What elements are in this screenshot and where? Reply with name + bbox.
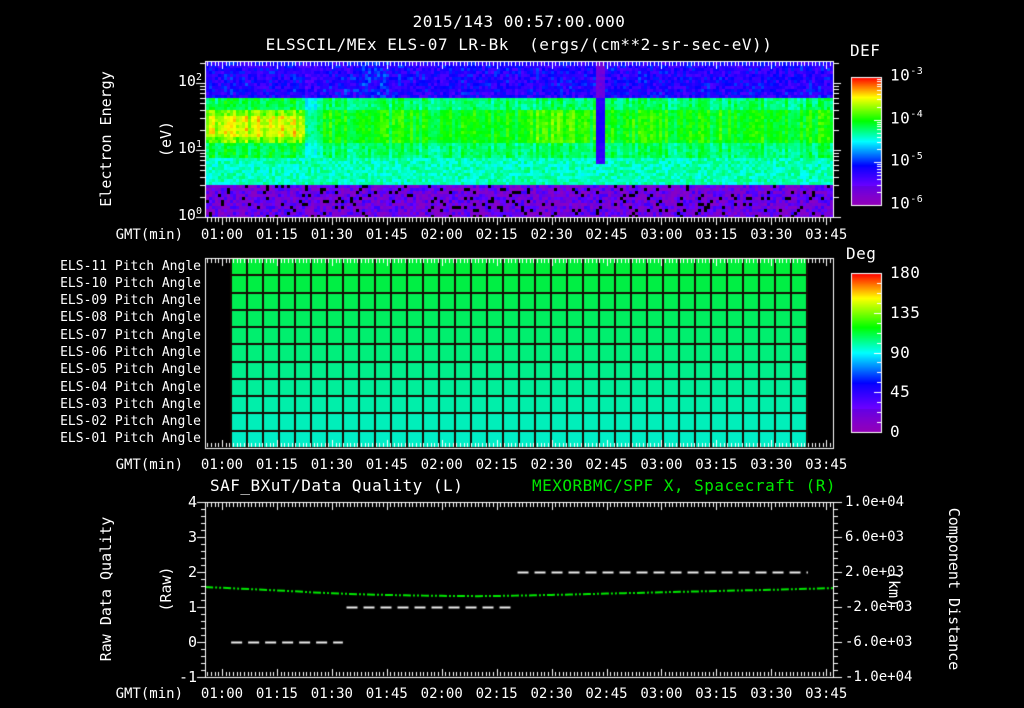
time-tick-label: 01:30 [310,227,353,243]
time-tick-label: 03:30 [750,686,793,702]
def-colorbar-tick-label: 10-6 [890,193,924,213]
quality-tick-label: 4 [187,493,197,511]
pitch-row-label-5: ELS-05 Pitch Angle [60,362,201,378]
time-tick-label: 03:30 [750,457,793,473]
time-tick-label: 03:00 [640,686,683,702]
time-tick-label: 03:15 [695,686,738,702]
time-tick-label: 01:00 [200,686,244,702]
gmt-min-label-row2: GMT(min) [115,457,183,473]
distance-tick-label: 6.0e+03 [845,529,905,545]
energy-tick-label: 102 [177,72,202,90]
pitch-row-label-7: ELS-07 Pitch Angle [60,327,201,343]
distance-tick-label: -1.0e+04 [845,669,913,685]
pitch-row-label-10: ELS-10 Pitch Angle [60,275,201,291]
quality-axis-title: Raw Data Quality (Raw) [56,439,175,708]
time-tick-label: 03:45 [805,686,848,702]
pitch-row-label-6: ELS-06 Pitch Angle [60,344,201,360]
time-tick-label: 02:00 [420,686,463,702]
def-colorbar-title: DEF [850,41,881,60]
deg-colorbar-title: Deg [846,244,877,263]
deg-colorbar-tick-label: 90 [890,342,911,362]
panel3-title-left: SAF_BXuT/Data Quality (L) [210,476,464,495]
time-tick-label: 02:30 [530,227,573,243]
deg-colorbar-tick-label: 0 [890,422,901,441]
distance-tick-label: 1.0e+04 [845,494,905,510]
pitch-row-label-2: ELS-02 Pitch Angle [60,414,201,430]
deg-colorbar-tick-label: 180 [890,263,921,282]
time-tick-label: 01:45 [365,227,408,243]
time-tick-label: 02:15 [475,686,518,702]
time-tick-label: 03:45 [805,457,848,473]
time-tick-label: 02:00 [420,227,463,243]
def-colorbar-tick-label: 10-5 [890,150,924,170]
time-tick-label: 02:45 [585,457,628,473]
quality-tick-label: -1 [178,668,197,686]
time-tick-label: 02:30 [530,457,573,473]
energy-axis-title-line1: Electron Energy [97,71,115,207]
time-tick-label: 01:30 [310,457,353,473]
time-tick-label: 02:00 [420,457,463,473]
energy-axis-title: Electron Energy (eV) [56,0,175,289]
time-tick-label: 01:00 [200,457,244,473]
time-tick-label: 03:00 [640,457,683,473]
quality-tick-label: 0 [187,633,197,651]
distance-tick-label: 2.0e+03 [845,564,905,580]
pitch-row-label-4: ELS-04 Pitch Angle [60,379,201,395]
quality-axis-title-line2: (Raw) [157,566,175,612]
spectrogram-display-window: 2015/143 00:57:00.000 ELSSCIL/MEx ELS-07… [0,0,1024,708]
time-tick-label: 03:30 [750,227,793,243]
gmt-min-label-row1: GMT(min) [115,227,183,243]
def-colorbar-tick-label: 10-3 [890,65,924,85]
energy-axis-title-line2: (eV) [157,120,175,158]
time-tick-label: 01:15 [255,457,298,473]
gmt-min-label-row3: GMT(min) [115,686,183,702]
time-tick-label: 01:15 [255,227,298,243]
time-tick-label: 03:15 [695,457,738,473]
time-tick-label: 01:45 [365,686,408,702]
plot-subtitle: ELSSCIL/MEx ELS-07 LR-Bk (ergs/(cm**2-sr… [265,35,773,54]
def-colorbar-tick-label: 10-4 [890,107,924,127]
distance-axis-title-line1: Component Distance [945,507,963,671]
time-tick-label: 03:15 [695,227,738,243]
time-tick-label: 02:15 [475,457,518,473]
time-tick-label: 02:45 [585,227,628,243]
time-tick-label: 02:15 [475,227,518,243]
time-tick-label: 02:45 [585,686,628,702]
energy-tick-label: 101 [177,139,202,157]
pitch-row-label-1: ELS-01 Pitch Angle [60,431,201,447]
distance-axis-title: Component Distance (km) [885,439,1004,708]
pitch-row-label-11: ELS-11 Pitch Angle [60,258,201,274]
time-tick-label: 03:45 [805,227,848,243]
page-title: 2015/143 00:57:00.000 [412,12,626,31]
time-tick-label: 01:15 [255,686,298,702]
time-tick-label: 03:00 [640,227,683,243]
pitch-row-label-9: ELS-09 Pitch Angle [60,293,201,309]
energy-tick-label: 100 [177,206,202,224]
panel3-title-right: MEXORBMC/SPF X, Spacecraft (R) [532,476,836,495]
time-tick-label: 01:30 [310,686,353,702]
time-tick-label: 02:30 [530,686,573,702]
deg-colorbar-tick-label: 45 [890,382,911,402]
quality-tick-label: 1 [187,598,197,616]
pitch-row-label-8: ELS-08 Pitch Angle [60,310,201,326]
quality-tick-label: 2 [187,563,197,581]
distance-tick-label: -2.0e+03 [845,599,913,615]
time-tick-label: 01:00 [200,227,244,243]
deg-colorbar-tick-label: 135 [890,302,921,322]
time-tick-label: 01:45 [365,457,408,473]
quality-axis-title-line1: Raw Data Quality [97,516,115,662]
quality-tick-label: 3 [187,528,197,546]
pitch-row-label-3: ELS-03 Pitch Angle [60,396,201,412]
distance-tick-label: -6.0e+03 [845,634,913,650]
